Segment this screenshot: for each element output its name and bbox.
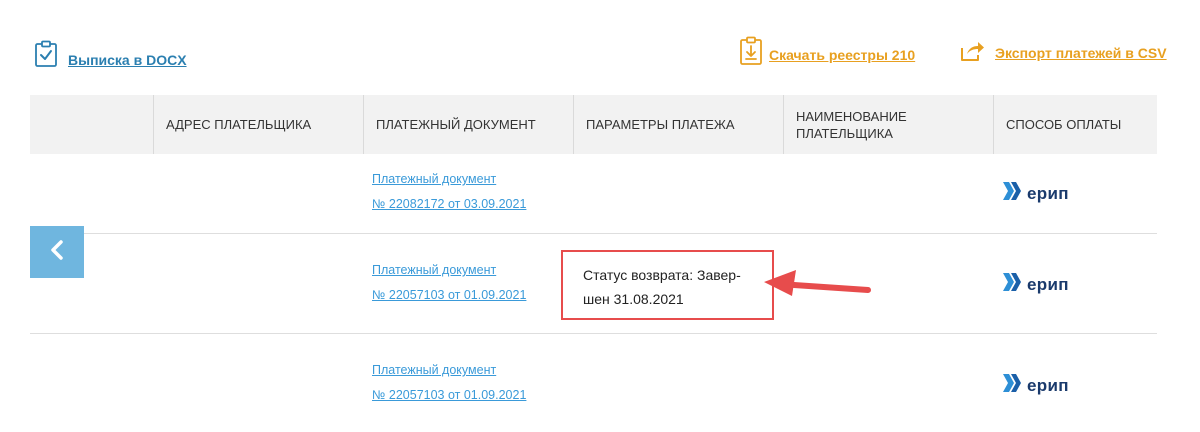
erip-logo-icon xyxy=(1002,271,1024,298)
payment-document-title: Платежный документ xyxy=(372,172,497,186)
table-header: АДРЕС ПЛАТЕЛЬЩИКА ПЛАТЕЖНЫЙ ДОКУМЕНТ ПАР… xyxy=(30,95,1157,154)
column-header-payment-parameters: ПАРАМЕТРЫ ПЛАТЕЖА xyxy=(573,95,783,154)
column-header-empty xyxy=(30,95,153,154)
erip-logo-icon xyxy=(1002,180,1024,207)
payment-document-link[interactable]: Платежный документ № 22057103 от 01.09.2… xyxy=(372,258,526,308)
refund-status-line1: Статус возврата: Завер- xyxy=(583,267,741,283)
erip-logo: ерип xyxy=(1002,180,1069,207)
payment-document-number: № 22082172 от 03.09.2021 xyxy=(372,197,527,211)
download-registers-label: Скачать реестры 210 xyxy=(769,46,916,63)
table-row: Платежный документ № 22082172 от 03.09.2… xyxy=(30,154,1157,234)
clipboard-download-icon xyxy=(739,36,763,69)
export-arrow-icon xyxy=(959,40,985,65)
export-csv-link[interactable]: Экспорт платежей в CSV xyxy=(959,40,1167,65)
erip-logo-text: ерип xyxy=(1027,375,1069,395)
payment-document-number: № 22057103 от 01.09.2021 xyxy=(372,388,527,402)
refund-status-line2: шен 31.08.2021 xyxy=(583,291,684,307)
export-csv-label: Экспорт платежей в CSV xyxy=(995,44,1167,61)
docx-statement-link[interactable]: Выписка в DOCX xyxy=(34,40,187,71)
column-header-payer-address: АДРЕС ПЛАТЕЛЬЩИКА xyxy=(153,95,363,154)
payment-document-link[interactable]: Платежный документ № 22082172 от 03.09.2… xyxy=(372,167,526,217)
chevron-left-icon xyxy=(48,239,66,266)
column-header-payer-name: НАИМЕНОВАНИЕ ПЛАТЕЛЬЩИКА xyxy=(783,95,993,154)
payment-document-number: № 22057103 от 01.09.2021 xyxy=(372,288,527,302)
erip-logo-text: ерип xyxy=(1027,183,1069,203)
docx-statement-label: Выписка в DOCX xyxy=(68,51,187,68)
erip-logo-text: ерип xyxy=(1027,274,1069,294)
column-header-payment-document: ПЛАТЕЖНЫЙ ДОКУМЕНТ xyxy=(363,95,573,154)
payment-document-title: Платежный документ xyxy=(372,263,497,277)
scroll-left-button[interactable] xyxy=(30,226,84,278)
erip-logo: ерип xyxy=(1002,271,1069,298)
refund-status-highlight: Статус возврата: Завер- шен 31.08.2021 xyxy=(561,250,774,320)
table-row: Платежный документ № 22057103 от 01.09.2… xyxy=(30,334,1157,432)
payment-document-link[interactable]: Платежный документ № 22057103 от 01.09.2… xyxy=(372,358,526,408)
annotation-arrow-icon xyxy=(760,268,874,307)
erip-logo-icon xyxy=(1002,372,1024,399)
erip-logo: ерип xyxy=(1002,372,1069,399)
payment-document-title: Платежный документ xyxy=(372,363,497,377)
clipboard-check-icon xyxy=(34,40,58,71)
download-registers-link[interactable]: Скачать реестры 210 xyxy=(739,36,915,69)
column-header-payment-method: СПОСОБ ОПЛАТЫ xyxy=(993,95,1157,154)
